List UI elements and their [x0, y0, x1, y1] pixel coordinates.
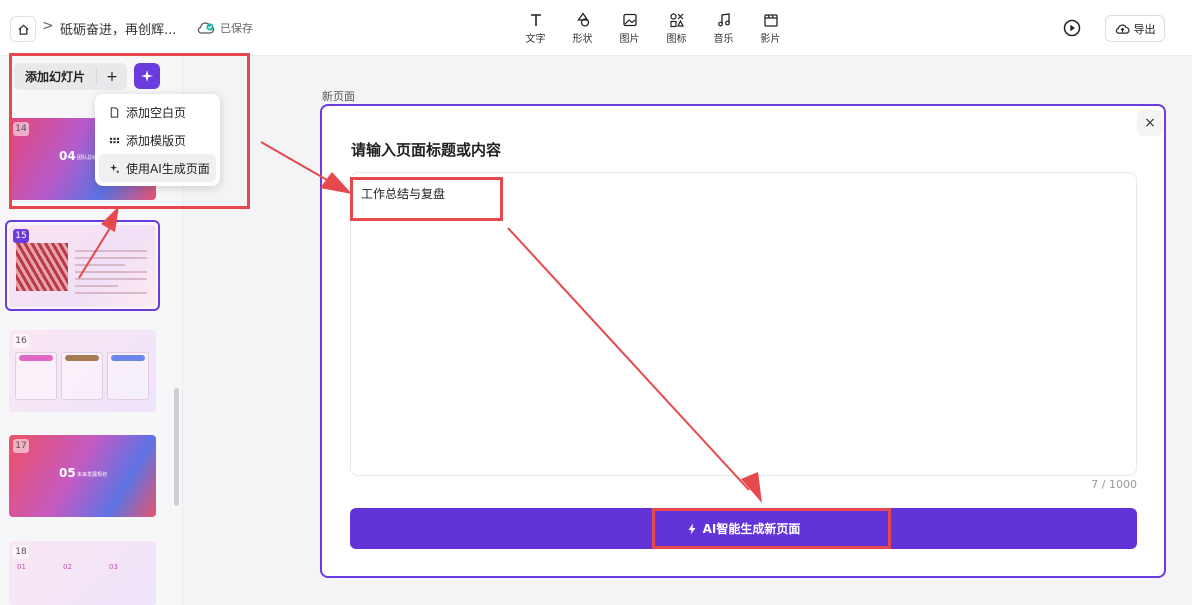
music-icon: [717, 13, 730, 27]
slide-number: 18: [13, 545, 29, 559]
top-bar: > 砥砺奋进，再创辉... 已保存 文字 形状 图片 图标 音乐 影片 导出: [0, 0, 1192, 56]
cloud-saved-icon: [197, 22, 215, 34]
save-status: 已保存: [196, 20, 253, 36]
tool-label: 音乐: [713, 34, 734, 45]
slide-section-number: 05: [59, 466, 76, 480]
character-counter: 7 / 1000: [1091, 478, 1137, 491]
tool-label: 形状: [572, 34, 593, 45]
breadcrumb-separator: >: [42, 18, 54, 34]
annotation-box-button: [652, 508, 891, 549]
tool-text[interactable]: 文字: [512, 12, 559, 45]
slide-card-pill: [19, 355, 53, 361]
play-icon[interactable]: [1062, 18, 1082, 38]
slide-thumbnail-17[interactable]: 17 05 未来发展规划: [9, 435, 156, 517]
slide-thumbnail-16[interactable]: 16: [9, 330, 156, 412]
tool-label: 图标: [666, 34, 687, 45]
save-status-text: 已保存: [220, 22, 253, 35]
tool-shape[interactable]: 形状: [559, 12, 606, 45]
icon-library-icon: [669, 13, 684, 28]
shape-icon: [576, 12, 589, 27]
document-title[interactable]: 砥砺奋进，再创辉...: [60, 19, 176, 38]
export-label: 导出: [1133, 22, 1156, 36]
tool-video[interactable]: 影片: [747, 12, 794, 45]
home-icon: [17, 23, 29, 35]
slide-section-caption: 未来发展规划: [77, 472, 108, 478]
slide-card-pill: [65, 355, 99, 361]
tool-label: 文字: [525, 34, 546, 45]
tool-label: 图片: [619, 34, 640, 45]
slide-text-lines: [75, 245, 147, 299]
tool-label: 影片: [760, 34, 781, 45]
image-icon: [622, 13, 637, 27]
tool-image[interactable]: 图片: [606, 12, 653, 45]
slide-number: 15: [13, 229, 29, 243]
slide-column-number: 01: [17, 563, 26, 571]
close-icon: ×: [1144, 115, 1156, 131]
tool-icon-library[interactable]: 图标: [653, 12, 700, 45]
close-button[interactable]: ×: [1137, 110, 1163, 136]
slide-thumbnail-15[interactable]: 15: [9, 225, 156, 307]
slide-card-pill: [111, 355, 145, 361]
ai-generate-dialog: × 请输入页面标题或内容 工作总结与复盘 7 / 1000 AI智能生成新页面: [320, 104, 1166, 578]
tool-music[interactable]: 音乐: [700, 12, 747, 45]
slide-panel-scrollbar[interactable]: [174, 388, 179, 506]
video-icon: [763, 14, 778, 27]
home-button[interactable]: [10, 16, 36, 42]
slide-photo: [16, 243, 68, 291]
slide-column-number: 03: [109, 563, 118, 571]
slide-column-number: 02: [63, 563, 72, 571]
text-icon: [530, 14, 541, 26]
annotation-box-menu: [9, 53, 250, 209]
insert-toolbar: 文字 形状 图片 图标 音乐 影片: [512, 12, 794, 45]
slide-thumbnail-18[interactable]: 18 01 02 03: [9, 541, 156, 605]
annotation-box-input: [350, 177, 503, 221]
slide-number: 17: [13, 439, 29, 453]
slide-number: 16: [13, 334, 29, 348]
page-label: 新页面: [322, 90, 355, 103]
cloud-upload-icon: [1115, 24, 1130, 34]
export-button[interactable]: 导出: [1105, 15, 1165, 42]
dialog-title: 请输入页面标题或内容: [351, 141, 502, 159]
